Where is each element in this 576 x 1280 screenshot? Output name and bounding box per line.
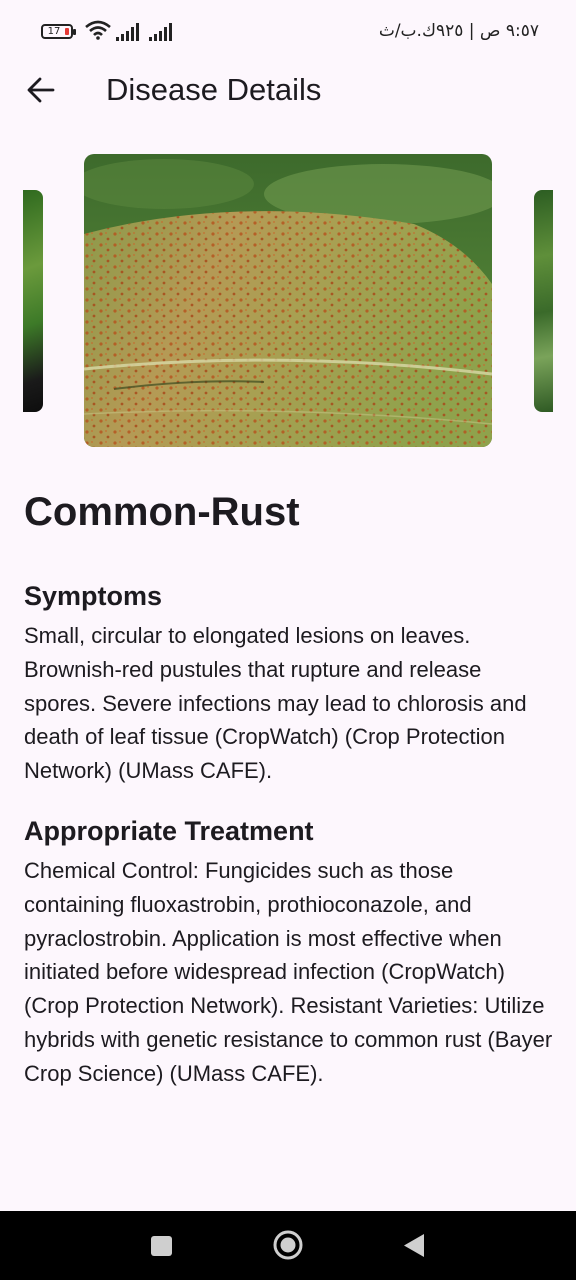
carousel-image-main[interactable] (84, 154, 492, 447)
treatment-text: Chemical Control: Fungicides such as tho… (24, 858, 553, 1086)
back-button[interactable] (18, 68, 64, 112)
arrow-left-icon (27, 77, 55, 103)
cell-signal-icon-2 (149, 23, 172, 41)
square-icon (151, 1236, 172, 1256)
home-button[interactable] (272, 1229, 304, 1266)
rust-leaf-image (84, 154, 492, 447)
status-bar: 17 ٩:٥٧ ص | ٩٢٥ك.ب/ث (0, 0, 576, 62)
nav-back-button[interactable] (403, 1233, 425, 1263)
carousel-image-next[interactable] (534, 190, 553, 412)
circle-icon (273, 1230, 303, 1260)
treatment-heading: Appropriate Treatment (24, 816, 314, 846)
cell-signal-icon (116, 23, 139, 41)
battery-icon: 17 (41, 24, 76, 39)
image-carousel[interactable] (0, 150, 576, 450)
system-navigation-bar (0, 1211, 576, 1280)
page-title: Disease Details (106, 72, 322, 107)
wifi-icon (85, 20, 111, 40)
status-time: ٩:٥٧ ص | ٩٢٥ك.ب/ث (378, 21, 539, 41)
battery-level: 17 (47, 26, 61, 37)
recents-button[interactable] (150, 1235, 173, 1262)
carousel-image-prev[interactable] (23, 190, 43, 412)
disease-name: Common-Rust (24, 490, 300, 534)
symptoms-text: Small, circular to elongated lesions on … (24, 623, 527, 784)
symptoms-heading: Symptoms (24, 581, 163, 611)
triangle-back-icon (404, 1234, 424, 1257)
